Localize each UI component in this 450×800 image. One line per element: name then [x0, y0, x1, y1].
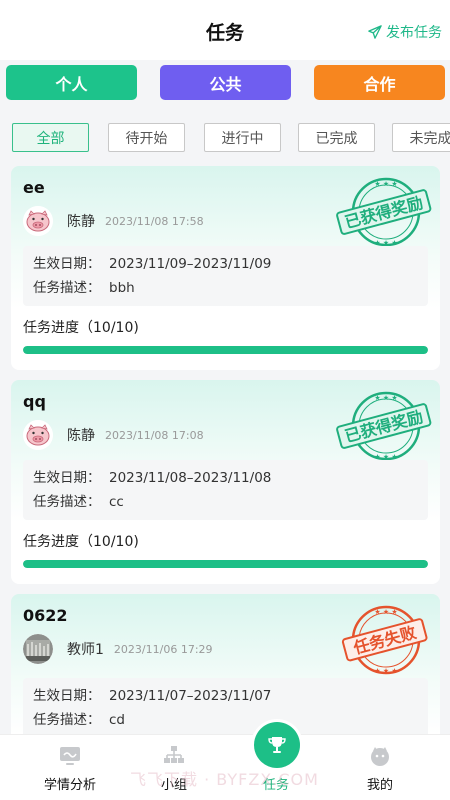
- task-info-box: 生效日期： 2023/11/08–2023/11/08 任务描述： cc: [23, 460, 428, 520]
- task-author: 陈静 2023/11/08 17:58: [23, 206, 204, 236]
- profile-icon: [371, 747, 389, 766]
- top-header: 任务 发布任务: [0, 0, 450, 60]
- publish-task-button[interactable]: 发布任务: [368, 22, 442, 42]
- task-author: 陈静 2023/11/08 17:08: [23, 420, 204, 450]
- task-info-box: 生效日期： 2023/11/09–2023/11/09 任务描述： bbh: [23, 246, 428, 306]
- watermark: 飞飞下载 · BYFZX.COM: [130, 770, 319, 789]
- author-name: 教师1: [67, 642, 104, 658]
- svg-text:★ ★ ★: ★ ★ ★: [374, 394, 397, 402]
- category-switcher: 个人 公共 合作: [6, 65, 446, 101]
- pig-avatar-icon: [23, 206, 53, 236]
- author-name: 陈静: [67, 214, 95, 230]
- effective-date-label: 生效日期：: [33, 470, 101, 486]
- progress-fill: [23, 560, 428, 568]
- progress-fill: [23, 346, 428, 354]
- task-info-box: 生效日期： 2023/11/07–2023/11/07 任务描述： cd: [23, 678, 428, 734]
- category-cooperation-button[interactable]: 合作: [314, 65, 445, 100]
- task-card[interactable]: qq 陈静 2023/11/08 17:08 ★ ★ ★ ★ ★ ★ 已获得奖励…: [11, 380, 440, 584]
- status-filter-bar: 全部 待开始 进行中 已完成 未完成: [0, 123, 450, 153]
- effective-date-label: 生效日期：: [33, 688, 101, 704]
- description-value: bbh: [109, 280, 135, 296]
- category-public-button[interactable]: 公共: [160, 65, 291, 100]
- author-name: 陈静: [67, 428, 95, 444]
- progress-label: 任务进度（10/10): [23, 534, 139, 550]
- effective-date-label: 生效日期：: [33, 256, 101, 272]
- publish-task-label: 发布任务: [386, 25, 442, 41]
- publish-time: 2023/11/08 17:08: [105, 428, 204, 442]
- nav-mine[interactable]: 我的: [335, 735, 425, 800]
- effective-date-value: 2023/11/07–2023/11/07: [109, 688, 272, 704]
- task-name: 0622: [23, 606, 68, 625]
- pig-avatar-icon: [23, 420, 53, 450]
- description-label: 任务描述：: [33, 494, 101, 510]
- filter-in-progress[interactable]: 进行中: [204, 123, 281, 152]
- send-icon: [368, 25, 382, 39]
- description-label: 任务描述：: [33, 280, 101, 296]
- nav-label: 我的: [366, 778, 393, 793]
- description-value: cd: [109, 712, 125, 728]
- nav-label: 学情分析: [43, 778, 96, 793]
- category-personal-button[interactable]: 个人: [6, 65, 137, 100]
- reward-received-stamp: ★ ★ ★ ★ ★ ★ 已获得奖励: [336, 386, 432, 466]
- task-name: qq: [23, 392, 46, 411]
- description-label: 任务描述：: [33, 712, 101, 728]
- task-author: 教师1 2023/11/06 17:29: [23, 634, 213, 664]
- monitor-icon: [60, 747, 80, 765]
- publish-time: 2023/11/08 17:58: [105, 214, 204, 228]
- nav-learning-analysis[interactable]: 学情分析: [25, 735, 115, 800]
- filter-completed[interactable]: 已完成: [298, 123, 375, 152]
- photo-avatar-icon: [23, 634, 53, 664]
- task-failed-stamp: ★ ★ ★ ★ ★ ★ 任务失败: [336, 600, 432, 680]
- svg-text:★ ★ ★: ★ ★ ★: [374, 667, 397, 675]
- progress-bar: [23, 560, 428, 568]
- task-card[interactable]: ee 陈静 2023/11/08 17:58 ★ ★ ★ ★ ★ ★ 已获得奖励…: [11, 166, 440, 370]
- task-list: ee 陈静 2023/11/08 17:58 ★ ★ ★ ★ ★ ★ 已获得奖励…: [0, 166, 450, 734]
- progress-bar: [23, 346, 428, 354]
- svg-text:★ ★ ★: ★ ★ ★: [374, 180, 397, 188]
- task-card[interactable]: 0622 教师1 2023/11/06 17:29 ★ ★ ★ ★ ★ ★ 任务…: [11, 594, 440, 734]
- svg-text:★ ★ ★: ★ ★ ★: [374, 608, 397, 616]
- progress-label: 任务进度（10/10): [23, 320, 139, 336]
- task-name: ee: [23, 178, 45, 197]
- hierarchy-icon: [164, 746, 184, 763]
- effective-date-value: 2023/11/08–2023/11/08: [109, 470, 272, 486]
- filter-unfinished[interactable]: 未完成: [392, 123, 450, 152]
- reward-received-stamp: ★ ★ ★ ★ ★ ★ 已获得奖励: [336, 172, 432, 252]
- filter-pending[interactable]: 待开始: [108, 123, 185, 152]
- publish-time: 2023/11/06 17:29: [113, 642, 213, 656]
- filter-all[interactable]: 全部: [12, 123, 89, 152]
- description-value: cc: [109, 494, 124, 510]
- effective-date-value: 2023/11/09–2023/11/09: [109, 256, 272, 272]
